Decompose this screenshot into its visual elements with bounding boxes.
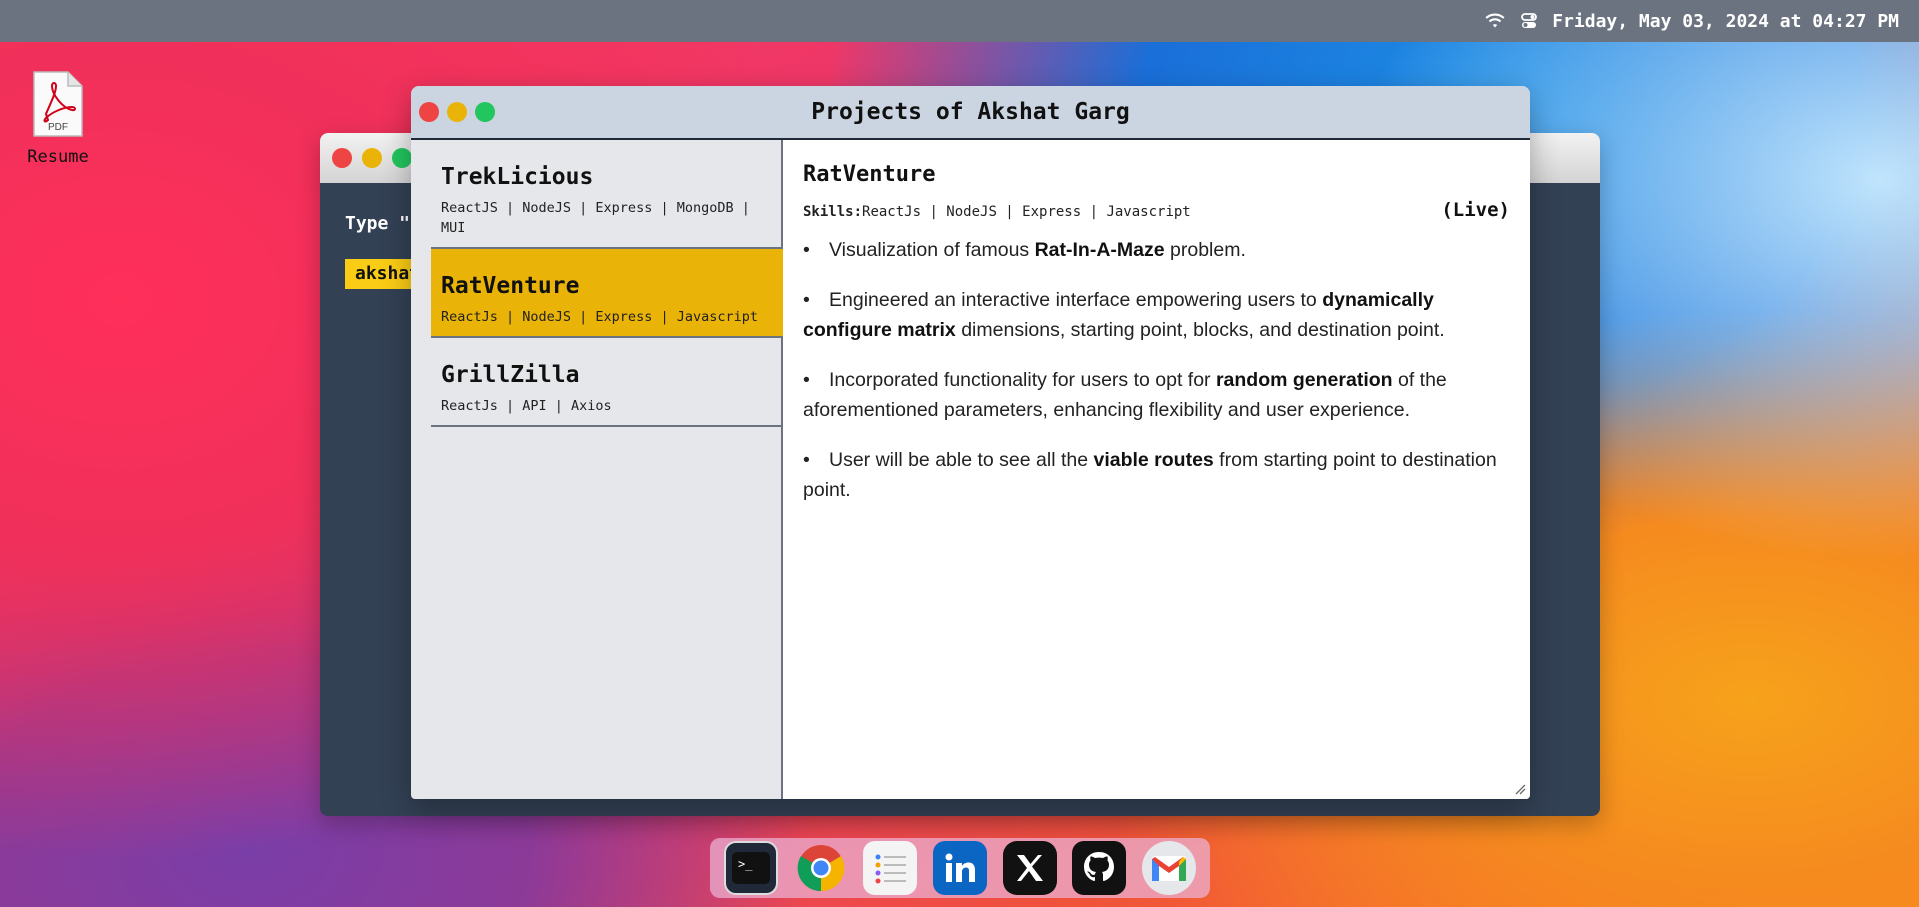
bullet-item: • Incorporated functionality for users to…: [803, 369, 1447, 421]
maximize-button[interactable]: [392, 148, 412, 168]
minimize-button[interactable]: [362, 148, 382, 168]
wifi-icon[interactable]: [1484, 10, 1506, 32]
detail-skills: Skills:ReactJs | NodeJS | Express | Java…: [803, 204, 1191, 220]
minimize-button[interactable]: [447, 102, 467, 122]
skills-value: ReactJs | NodeJS | Express | Javascript: [862, 204, 1191, 220]
project-name: RatVenture: [441, 273, 580, 299]
pdf-file-icon: PDF: [33, 71, 83, 137]
detail-bullets: • Visualization of famous Rat-In-A-Maze p…: [803, 235, 1510, 505]
terminal-text: Type ": [345, 213, 411, 234]
resize-grip-icon[interactable]: [1514, 783, 1526, 795]
detail-title: RatVenture: [803, 162, 936, 187]
skills-label: Skills:: [803, 204, 863, 220]
project-name: TrekLicious: [441, 164, 594, 190]
bullet-item: • Engineered an interactive interface emp…: [803, 289, 1445, 341]
pdf-badge: PDF: [48, 122, 68, 133]
projects-window[interactable]: Projects of Akshat Garg TrekLicious Reac…: [411, 86, 1530, 799]
desktop-icon-resume[interactable]: PDF Resume: [22, 70, 94, 167]
project-item-treklicious[interactable]: TrekLicious ReactJS | NodeJS | Express |…: [431, 140, 783, 249]
x-twitter-icon[interactable]: [1002, 841, 1057, 895]
project-item-grillzilla[interactable]: GrillZilla ReactJs | API | Axios: [431, 338, 783, 427]
dock: >_: [710, 838, 1210, 898]
projects-titlebar[interactable]: Projects of Akshat Garg: [411, 86, 1530, 140]
project-name: GrillZilla: [441, 362, 580, 388]
menu-bar: Friday, May 03, 2024 at 04:27 PM: [0, 0, 1919, 42]
svg-text:>_: >_: [738, 857, 753, 871]
project-tags: ReactJs | NodeJS | Express | Javascript: [441, 309, 758, 325]
window-title: Projects of Akshat Garg: [811, 99, 1130, 125]
bullet-item: • Visualization of famous Rat-In-A-Maze p…: [803, 239, 1246, 261]
project-tags: ReactJs | API | Axios: [441, 398, 612, 414]
project-tags: ReactJS | NodeJS | Express | MongoDB | M…: [441, 200, 750, 236]
chrome-icon[interactable]: [794, 841, 848, 895]
linkedin-icon[interactable]: [932, 841, 987, 895]
bullet-item: • User will be able to see all the viable…: [803, 449, 1497, 501]
gmail-icon[interactable]: [1142, 841, 1197, 895]
desktop-icon-label: Resume: [27, 147, 89, 167]
terminal-icon[interactable]: >_: [723, 841, 778, 895]
control-center-icon[interactable]: [1518, 10, 1540, 32]
github-icon[interactable]: [1072, 841, 1127, 895]
notes-list-icon[interactable]: [863, 841, 918, 895]
project-item-ratventure[interactable]: RatVenture ReactJs | NodeJS | Express | …: [431, 249, 783, 338]
close-button[interactable]: [419, 102, 439, 122]
menu-bar-clock: Friday, May 03, 2024 at 04:27 PM: [1552, 10, 1899, 32]
maximize-button[interactable]: [475, 102, 495, 122]
live-link[interactable]: (Live): [1441, 199, 1510, 221]
project-list: TrekLicious ReactJS | NodeJS | Express |…: [411, 140, 783, 799]
project-detail: RatVenture Skills:ReactJs | NodeJS | Exp…: [783, 140, 1530, 799]
close-button[interactable]: [332, 148, 352, 168]
